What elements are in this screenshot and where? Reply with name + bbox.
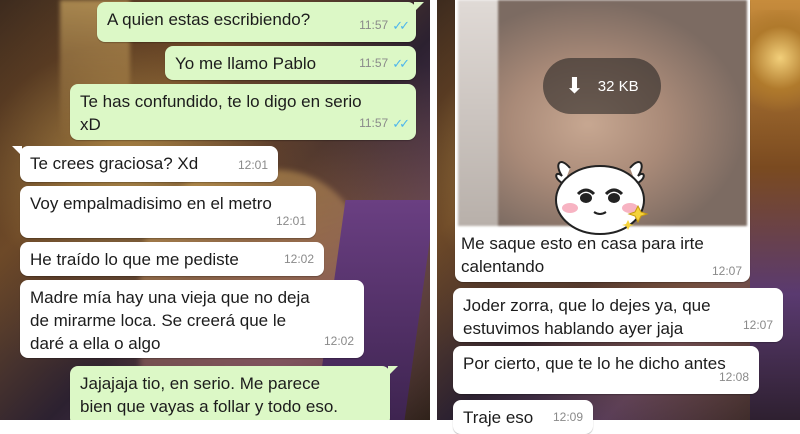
- message-text: Jajajaja tio, en serio. Me parece bien q…: [80, 374, 338, 416]
- message-time: 12:01: [237, 158, 268, 172]
- incoming-message[interactable]: Traje eso 12:09: [453, 400, 593, 434]
- message-text: Te has confundido, te lo digo en serio x…: [80, 92, 362, 134]
- download-arrow-icon: ⬇: [565, 73, 584, 98]
- message-time: 12:02: [323, 334, 354, 348]
- message-time: 12:07: [742, 318, 773, 332]
- message-meta: 12:02: [284, 248, 314, 271]
- message-time: 12:09: [552, 410, 583, 424]
- message-text: Voy empalmadisimo en el metro: [30, 194, 272, 213]
- message-meta: 12:09: [553, 406, 583, 429]
- outgoing-message[interactable]: Jajajaja tio, en serio. Me parece bien q…: [70, 366, 398, 420]
- left-chat-panel: A quien estas escribiendo? 11:57 ✓✓ Yo m…: [0, 0, 430, 420]
- double-check-icon: ✓✓: [392, 56, 410, 71]
- message-meta: 12:07: [743, 314, 773, 337]
- message-time: 11:57: [359, 56, 389, 70]
- wallpaper-shape: [750, 10, 800, 130]
- double-check-icon: ✓✓: [392, 116, 410, 131]
- message-text: Joder zorra, que lo dejes ya, que estuvi…: [463, 296, 711, 338]
- outgoing-message[interactable]: A quien estas escribiendo? 11:57 ✓✓: [97, 2, 424, 42]
- message-meta: 11:57 ✓✓: [359, 52, 410, 75]
- message-meta: 12:02: [324, 330, 354, 353]
- outgoing-message[interactable]: Te has confundido, te lo digo en serio x…: [70, 84, 416, 140]
- message-time: 11:57: [359, 116, 389, 130]
- download-button[interactable]: ⬇ 32 KB: [543, 58, 661, 114]
- cartoon-face-sticker[interactable]: [550, 150, 650, 238]
- message-meta: 12:01: [238, 154, 268, 177]
- download-size: 32 KB: [597, 77, 639, 95]
- message-text: Madre mía hay una vieja que no deja de m…: [30, 288, 310, 353]
- incoming-message[interactable]: Por cierto, que te lo he dicho antes 12:…: [453, 346, 759, 394]
- message-time: 12:08: [718, 370, 749, 384]
- message-text: Te crees graciosa? Xd: [30, 154, 199, 173]
- outgoing-message[interactable]: Yo me llamo Pablo 11:57 ✓✓: [165, 46, 416, 80]
- image-caption: Me saque esto en casa para irte calentan…: [461, 234, 704, 276]
- incoming-message[interactable]: Voy empalmadisimo en el metro 12:01: [20, 186, 316, 238]
- incoming-message[interactable]: Joder zorra, que lo dejes ya, que estuvi…: [453, 288, 783, 342]
- double-check-icon: ✓✓: [392, 18, 410, 33]
- message-meta: 12:08: [719, 366, 749, 389]
- message-time: 12:02: [283, 252, 314, 266]
- incoming-message[interactable]: He traído lo que me pediste 12:02: [20, 242, 324, 276]
- message-text: Por cierto, que te lo he dicho antes: [463, 354, 726, 373]
- message-meta: 11:57 ✓✓: [359, 14, 410, 37]
- message-time: 12:01: [275, 214, 306, 228]
- message-text: He traído lo que me pediste: [30, 250, 239, 269]
- message-time: 12:07: [711, 264, 742, 278]
- message-meta: 12:01: [276, 210, 306, 233]
- message-time: 11:57: [359, 18, 389, 32]
- incoming-message[interactable]: Madre mía hay una vieja que no deja de m…: [20, 280, 364, 358]
- photo-background: [458, 0, 498, 226]
- panel-divider: [430, 0, 437, 420]
- incoming-message[interactable]: Te crees graciosa? Xd 12:01: [12, 146, 278, 182]
- message-meta: 11:57 ✓✓: [359, 112, 410, 135]
- incoming-image-message[interactable]: Me saque esto en casa para irte calentan…: [455, 0, 750, 282]
